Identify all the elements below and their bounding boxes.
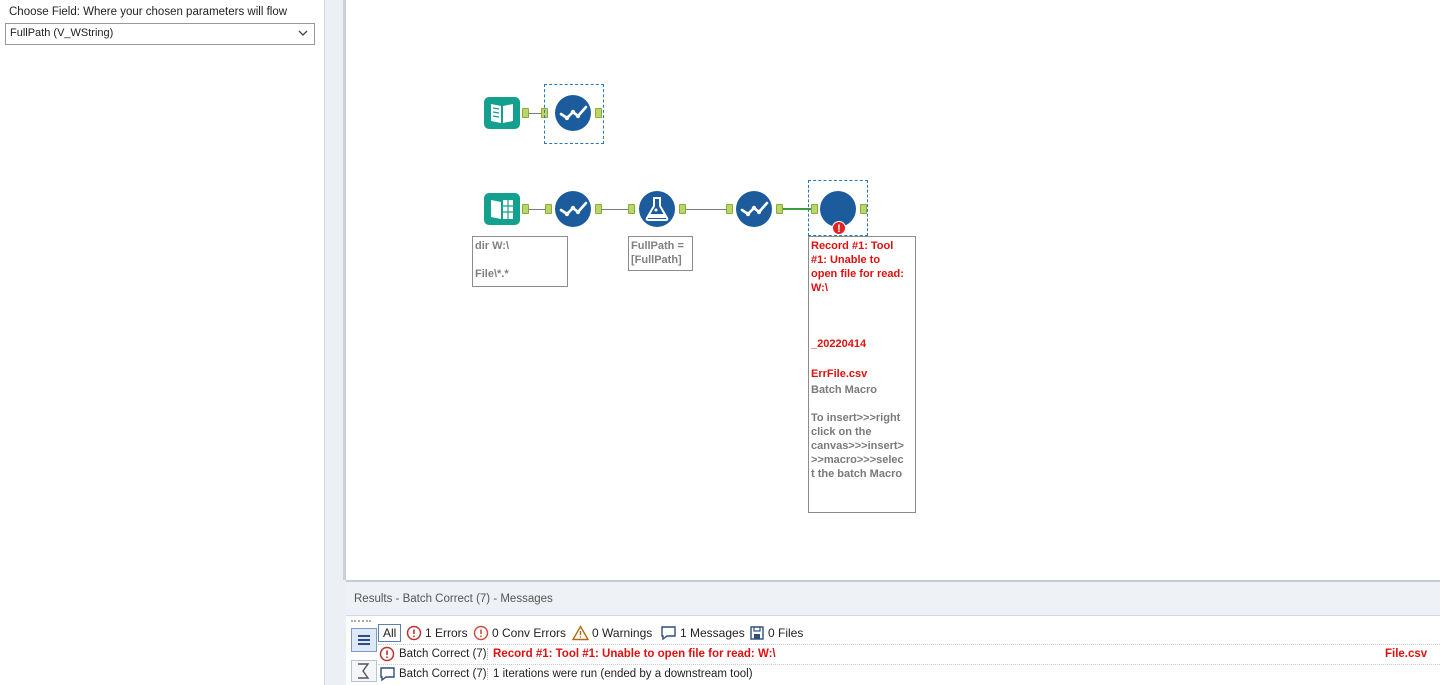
error-badge-icon: ! <box>832 221 846 235</box>
message-row-error[interactable]: Batch Correct (7) Record #1: Tool #1: Un… <box>378 644 1440 663</box>
instruction-line: >>macro>>>selec <box>811 454 904 466</box>
instruction-line: t the batch Macro <box>811 468 903 480</box>
error-circle-icon <box>379 646 395 662</box>
error-line: _20220414 <box>811 338 867 350</box>
connection-line <box>529 209 545 210</box>
choose-field-label: Choose Field: Where your chosen paramete… <box>9 6 288 18</box>
connection-line <box>529 113 541 114</box>
annotation-line: File\*.* <box>475 268 509 280</box>
save-file-icon <box>750 626 764 640</box>
input-anchor[interactable] <box>726 204 733 214</box>
warning-triangle-icon <box>572 625 589 641</box>
message-row-info[interactable]: Batch Correct (7) 1 iterations were run … <box>378 664 1440 683</box>
message-tool-name: Batch Correct (7) <box>396 648 488 660</box>
annotation-line: FullPath = <box>631 240 684 252</box>
configuration-panel: Choose Field: Where your chosen paramete… <box>0 0 324 685</box>
formula-tool[interactable] <box>638 190 676 228</box>
control-parameter-tool[interactable] <box>554 190 592 228</box>
input-anchor[interactable] <box>811 204 818 214</box>
filter-conv-errors-label: 0 Conv Errors <box>492 626 567 640</box>
instruction-line: canvas>>>insert> <box>811 440 904 452</box>
macro-label: Batch Macro <box>811 384 878 396</box>
results-pane: Results - Batch Correct (7) - Messages A… <box>346 580 1440 685</box>
error-line: open file for read: <box>811 268 904 280</box>
filter-conv-errors-button[interactable]: 0 Conv Errors <box>473 624 566 642</box>
batch-check-icon <box>555 191 591 227</box>
filter-warnings-label: 0 Warnings <box>592 626 653 640</box>
flask-icon <box>639 191 675 227</box>
directory-tool-top[interactable] <box>483 94 521 132</box>
results-header: Results - Batch Correct (7) - Messages <box>346 582 1440 616</box>
batch-check-icon <box>555 95 591 131</box>
input-anchor[interactable] <box>545 204 552 214</box>
message-bubble-icon <box>661 626 676 641</box>
output-anchor[interactable] <box>595 108 602 118</box>
annotation-redacted-line <box>475 253 565 267</box>
error-line: ErrFile.csv <box>811 368 868 380</box>
workflow-canvas[interactable]: ! dir W:\ File\*.* FullPath = [FullPath]… <box>346 0 1440 580</box>
filter-files-label: 0 Files <box>768 626 804 640</box>
error-circle-icon <box>406 625 422 641</box>
error-line: #1: Unable to <box>811 254 881 266</box>
directory-grid-icon <box>484 193 520 225</box>
output-anchor[interactable] <box>522 204 529 214</box>
batch-correct-annotation: Record #1: Tool #1: Unable to open file … <box>808 236 916 513</box>
filter-errors-button[interactable]: 1 Errors <box>406 624 468 642</box>
message-text-tail: File.csv <box>1385 648 1428 660</box>
filter-messages-button[interactable]: 1 Messages <box>660 624 745 642</box>
batch-check-tool[interactable] <box>735 190 773 228</box>
instruction-line: To insert>>>right <box>811 412 901 424</box>
directory-tool[interactable] <box>483 190 521 228</box>
conv-error-icon <box>473 625 489 641</box>
message-text: Record #1: Tool #1: Unable to open file … <box>493 648 776 660</box>
batch-check-icon <box>736 191 772 227</box>
results-title: Results - Batch Correct (7) - Messages <box>354 593 553 605</box>
choose-field-value: FullPath (V_WString) <box>10 27 114 39</box>
error-line: Record #1: Tool <box>811 240 894 252</box>
output-anchor[interactable] <box>776 204 783 214</box>
filter-warnings-button[interactable]: 0 Warnings <box>572 624 652 642</box>
connection-line <box>602 209 628 210</box>
message-text: 1 iterations were run (ended by a downst… <box>493 668 753 680</box>
filter-all-label: All <box>383 626 397 640</box>
choose-field-dropdown[interactable]: FullPath (V_WString) <box>5 23 315 45</box>
results-filter-bar: All 1 Errors 0 Conv Errors 0 Warnings 1 … <box>346 618 1440 642</box>
message-tool-name: Batch Correct (7) <box>396 668 488 680</box>
formula-annotation: FullPath = [FullPath] <box>628 236 693 271</box>
message-bubble-icon <box>379 667 395 682</box>
output-anchor[interactable] <box>679 204 686 214</box>
chevron-down-icon <box>298 30 308 36</box>
connection-line <box>783 208 811 210</box>
output-anchor[interactable] <box>860 204 867 214</box>
directory-book-icon <box>484 97 520 129</box>
filter-all-button[interactable]: All <box>378 624 402 642</box>
output-anchor[interactable] <box>522 108 529 118</box>
annotation-line: [FullPath] <box>631 254 682 266</box>
metadata-view-button[interactable] <box>351 660 377 682</box>
filter-messages-label: 1 Messages <box>680 626 745 640</box>
directory-annotation: dir W:\ File\*.* <box>472 236 568 287</box>
input-anchor[interactable] <box>628 204 635 214</box>
filter-files-button[interactable]: 0 Files <box>749 624 803 642</box>
error-line: W:\ <box>811 282 828 294</box>
output-anchor[interactable] <box>595 204 602 214</box>
sigma-icon <box>358 663 370 679</box>
connection-line <box>686 209 726 210</box>
annotation-line: dir W:\ <box>475 240 510 252</box>
filter-errors-label: 1 Errors <box>425 626 468 640</box>
instruction-line: click on the <box>811 426 872 438</box>
batch-macro-tool-top[interactable] <box>554 94 592 132</box>
